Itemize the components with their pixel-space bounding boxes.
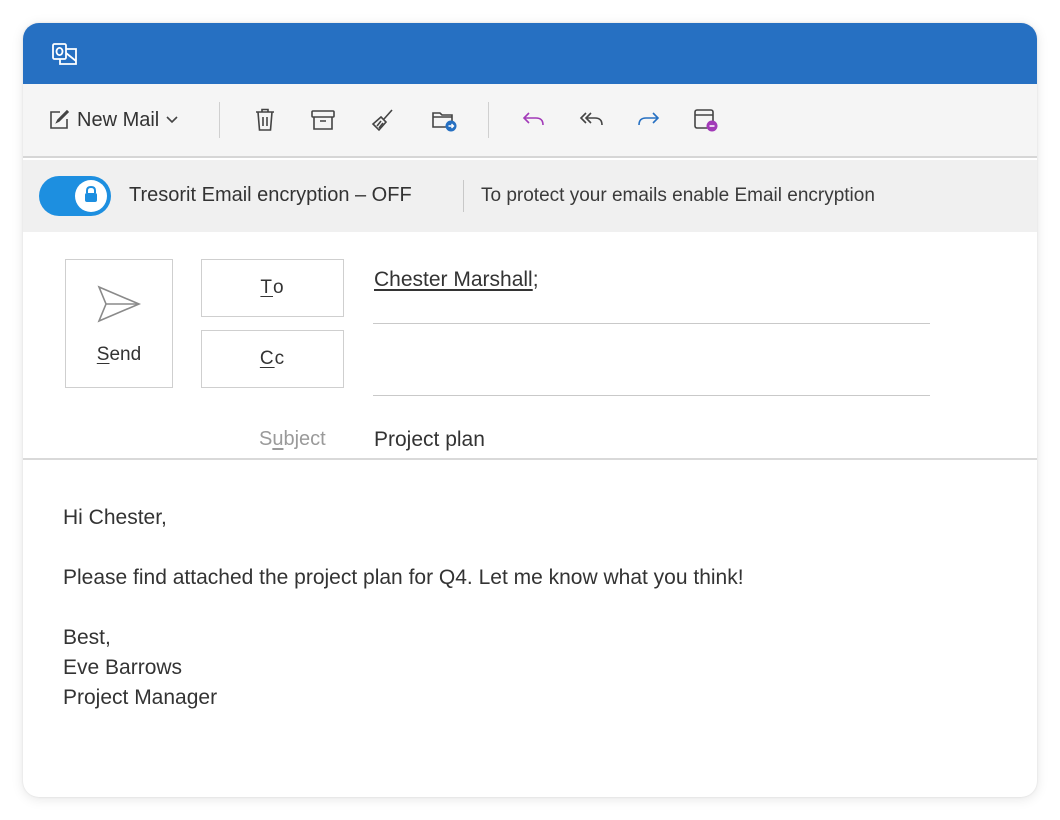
delete-icon <box>253 107 277 133</box>
send-label: Send <box>66 344 172 366</box>
subject-field[interactable]: Project plan <box>374 428 485 452</box>
command-toolbar: New Mail <box>23 84 1037 158</box>
to-field-underline <box>373 323 930 324</box>
subject-label: Subject <box>259 428 326 451</box>
compose-icon <box>47 108 71 132</box>
new-mail-label: New Mail <box>77 108 160 131</box>
encryption-bar: Tresorit Email encryption – OFF To prote… <box>23 160 1037 232</box>
compose-header: Send To Cc Chester Marshall; Subject Pro… <box>23 232 1037 460</box>
chevron-down-icon[interactable] <box>165 115 179 125</box>
forward-icon <box>635 110 661 130</box>
reply-all-button[interactable] <box>573 102 611 138</box>
sender-name: Eve Barrows <box>63 656 183 679</box>
encryption-hint: To protect your emails enable Email encr… <box>481 185 875 206</box>
lock-icon <box>83 185 99 208</box>
move-to-folder-button[interactable] <box>425 102 463 138</box>
report-icon <box>692 107 720 133</box>
toggle-knob <box>75 180 107 212</box>
outlook-icon[interactable] <box>51 41 79 67</box>
send-icon <box>96 284 142 329</box>
message-paragraph: Please find attached the project plan fo… <box>63 566 744 589</box>
recipient-chip[interactable]: Chester Marshall <box>374 268 533 291</box>
new-mail-button[interactable]: New Mail <box>47 102 197 138</box>
encryption-status: Tresorit Email encryption – OFF <box>129 184 412 206</box>
toolbar-divider <box>219 102 220 138</box>
mail-compose-window: New Mail Tresorit Email encryption – OFF… <box>23 23 1037 797</box>
reply-all-icon <box>578 110 606 130</box>
send-button[interactable]: Send <box>65 259 173 388</box>
to-access-key: T <box>260 277 274 298</box>
reply-icon <box>521 110 547 130</box>
to-button[interactable]: To <box>201 259 344 317</box>
message-closing: Best, <box>63 626 111 649</box>
delete-button[interactable] <box>247 102 283 138</box>
archive-icon <box>310 108 336 132</box>
message-body[interactable]: Hi Chester, Please find attached the pro… <box>63 503 1003 713</box>
sender-title: Project Manager <box>63 686 218 709</box>
cc-button[interactable]: Cc <box>201 330 344 388</box>
send-access-key: S <box>96 344 110 365</box>
sweep-button[interactable] <box>365 102 401 138</box>
cc-access-key: C <box>259 348 275 369</box>
move-to-folder-icon <box>430 107 458 133</box>
sweep-icon <box>370 107 396 133</box>
cc-field-underline <box>373 395 930 396</box>
to-label-rest: o <box>273 277 285 298</box>
subject-label-before: S <box>259 428 273 450</box>
archive-button[interactable] <box>305 102 341 138</box>
reply-button[interactable] <box>515 102 553 138</box>
to-field[interactable]: Chester Marshall; <box>374 268 539 292</box>
subject-access-key: u <box>272 428 284 450</box>
cc-field[interactable] <box>373 336 930 380</box>
subject-label-after: bject <box>283 428 326 450</box>
title-bar <box>23 23 1037 84</box>
encryption-divider <box>463 180 464 212</box>
encryption-toggle[interactable] <box>39 176 111 216</box>
forward-button[interactable] <box>629 102 667 138</box>
message-greeting: Hi Chester, <box>63 506 167 529</box>
report-button[interactable] <box>687 102 725 138</box>
cc-label-rest: c <box>274 348 286 369</box>
send-label-rest: end <box>109 344 142 365</box>
toolbar-divider <box>488 102 489 138</box>
recipient-separator: ; <box>532 268 539 291</box>
